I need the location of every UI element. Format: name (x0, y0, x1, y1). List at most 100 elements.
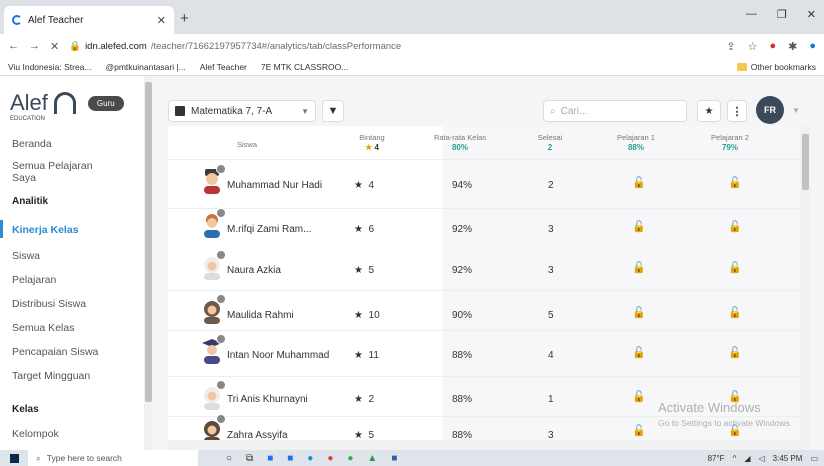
sidebar-section-kelas: Kelas (12, 404, 39, 415)
sidebar-item-target-mingguan[interactable]: Target Mingguan (0, 370, 144, 382)
sidebar-item-kinerja-kelas[interactable]: Kinerja Kelas (0, 220, 144, 238)
table-scroll-thumb[interactable] (802, 134, 809, 190)
stars-value: 11 (368, 350, 379, 361)
new-tab-button[interactable]: + (180, 10, 189, 27)
avatar-badge-icon (216, 250, 226, 260)
logo-subtext: EDUCATION (10, 116, 45, 122)
star-badge-icon: ★ (354, 350, 363, 361)
task-view-icon[interactable]: ⧉ (246, 453, 253, 464)
notification-icon[interactable]: ▭ (810, 454, 818, 463)
minimize-icon[interactable]: — (746, 8, 757, 21)
sidebar-item-distribusi-siswa[interactable]: Distribusi Siswa (0, 298, 144, 310)
avatar-badge-icon (216, 414, 226, 424)
store-icon[interactable]: ■ (287, 453, 293, 464)
forward-icon[interactable]: → (29, 40, 40, 52)
volume-icon[interactable]: ◁ (758, 454, 764, 463)
header-p1-label: Pelajaran 1 (617, 133, 655, 142)
header-pelajaran-2[interactable]: Pelajaran 2 79% (700, 133, 760, 153)
search-icon: ⌕ (36, 452, 41, 463)
sidebar-item-semua-kelas[interactable]: Semua Kelas (0, 322, 144, 334)
other-bookmarks[interactable]: Other bookmarks (736, 61, 816, 72)
header-selesai: Selesai 2 (530, 133, 570, 153)
browser-tab[interactable]: Alef Teacher ✕ (4, 6, 174, 34)
close-window-icon[interactable]: ✕ (807, 8, 816, 21)
lock-icon: 🔓 (632, 177, 646, 189)
drive-icon[interactable]: ▲ (367, 453, 377, 464)
student-avg: 88% (452, 350, 473, 361)
tray-chevron-icon[interactable]: ^ (733, 454, 737, 463)
extension-icon[interactable]: ● (769, 40, 776, 53)
bookmark-item[interactable]: Viu Indonesia: Strea... (8, 62, 91, 72)
student-avg: 94% (452, 180, 473, 191)
cortana-icon[interactable]: ○ (226, 453, 232, 464)
avatar-badge-icon (216, 208, 226, 218)
student-name[interactable]: Maulida Rahmi (227, 310, 294, 321)
sidebar-item-beranda[interactable]: Beranda (0, 138, 144, 150)
taskbar-apps: ○ ⧉ ■ ■ ● ● ● ▲ ■ (226, 453, 397, 464)
search-input[interactable]: ⌕ Cari... (543, 100, 687, 122)
tab-title: Alef Teacher (28, 14, 84, 26)
bookmark-item[interactable]: 7E MTK CLASSROO... (261, 62, 348, 72)
search-icon: ⌕ (550, 105, 556, 117)
logo-text: Alef (10, 90, 48, 115)
stars-value: 2 (368, 394, 375, 405)
sidebar-item-siswa[interactable]: Siswa (0, 250, 144, 262)
sidebar-item-semua-pelajaran[interactable]: Semua Pelajaran Saya (0, 160, 110, 184)
sidebar-item-kelompok[interactable]: Kelompok (0, 428, 144, 440)
class-select[interactable]: Matematika 7, 7-A ▼ (168, 100, 316, 122)
header-rata-value: 80% (451, 143, 468, 152)
maximize-icon[interactable]: ❐ (777, 8, 787, 21)
student-stars: ★ 5 (354, 265, 374, 276)
filter-button[interactable]: ▼ (322, 100, 344, 122)
header-selesai-label: Selesai (537, 133, 563, 142)
url-host: idn.alefed.com (85, 40, 147, 52)
puzzle-icon[interactable]: ✱ (788, 40, 797, 53)
word-icon[interactable]: ■ (391, 453, 397, 464)
back-icon[interactable]: ← (8, 40, 19, 52)
network-icon[interactable]: ◢ (744, 454, 750, 463)
activation-watermark-sub: Go to Settings to activate Windows. (658, 418, 793, 428)
horizontal-scrollbar[interactable] (168, 440, 800, 450)
app-icon[interactable]: ■ (267, 453, 273, 464)
profile-icon[interactable]: ● (809, 40, 816, 53)
student-avg: 92% (452, 224, 473, 235)
avatar[interactable]: FR (756, 96, 784, 124)
chrome-icon[interactable]: ● (327, 453, 333, 464)
avatar-chevron-icon[interactable]: ▼ (792, 106, 800, 115)
stop-icon[interactable]: ✕ (50, 40, 59, 53)
student-name[interactable]: Tri Anis Khurnayni (227, 394, 308, 405)
sidebar-item-pencapaian-siswa[interactable]: Pencapaian Siswa (0, 346, 144, 358)
kebab-icon: ⋮ (731, 105, 743, 118)
star-icon: ★ (365, 143, 373, 152)
student-done: 1 (548, 394, 554, 405)
header-pelajaran-1[interactable]: Pelajaran 1 88% (606, 133, 666, 153)
more-menu-button[interactable]: ⋮ (727, 100, 747, 122)
sidebar-scroll-thumb[interactable] (145, 82, 152, 402)
student-name[interactable]: Muhammad Nur Hadi (227, 180, 322, 191)
start-button[interactable] (0, 450, 28, 466)
student-name[interactable]: Intan Noor Muhammad (227, 350, 329, 361)
other-bookmarks-label: Other bookmarks (750, 61, 816, 72)
star-badge-icon: ★ (354, 180, 363, 191)
folder-icon (736, 62, 747, 71)
bookmark-item[interactable]: @pmtkuinantasari |... (105, 62, 185, 72)
weather-value[interactable]: 87°F (708, 454, 725, 463)
stars-value: 6 (368, 224, 375, 235)
bookmark-item[interactable]: Alef Teacher (200, 62, 247, 72)
alef-logo[interactable]: Alef EDUCATION Guru (10, 90, 124, 122)
clock[interactable]: 3:45 PM (773, 454, 803, 463)
whatsapp-icon[interactable]: ● (347, 453, 353, 464)
share-icon[interactable]: ⇪ (726, 40, 735, 53)
student-name[interactable]: Naura Azkia (227, 265, 281, 276)
url-field[interactable]: 🔒 idn.alefed.com/teacher/71662197957734#… (69, 41, 401, 52)
student-stars: ★ 11 (354, 350, 379, 361)
close-tab-icon[interactable]: ✕ (157, 14, 166, 27)
sidebar-item-pelajaran[interactable]: Pelajaran (0, 274, 144, 286)
header-p2-label: Pelajaran 2 (711, 133, 749, 142)
edge-icon[interactable]: ● (307, 453, 313, 464)
bookmark-star-icon[interactable]: ☆ (748, 40, 758, 53)
stars-button[interactable]: ★ (697, 100, 721, 122)
taskbar-search[interactable]: ⌕ Type here to search (28, 450, 198, 466)
logo-mark-icon (53, 92, 76, 114)
student-name[interactable]: M.rifqi Zami Ram... (227, 224, 311, 235)
